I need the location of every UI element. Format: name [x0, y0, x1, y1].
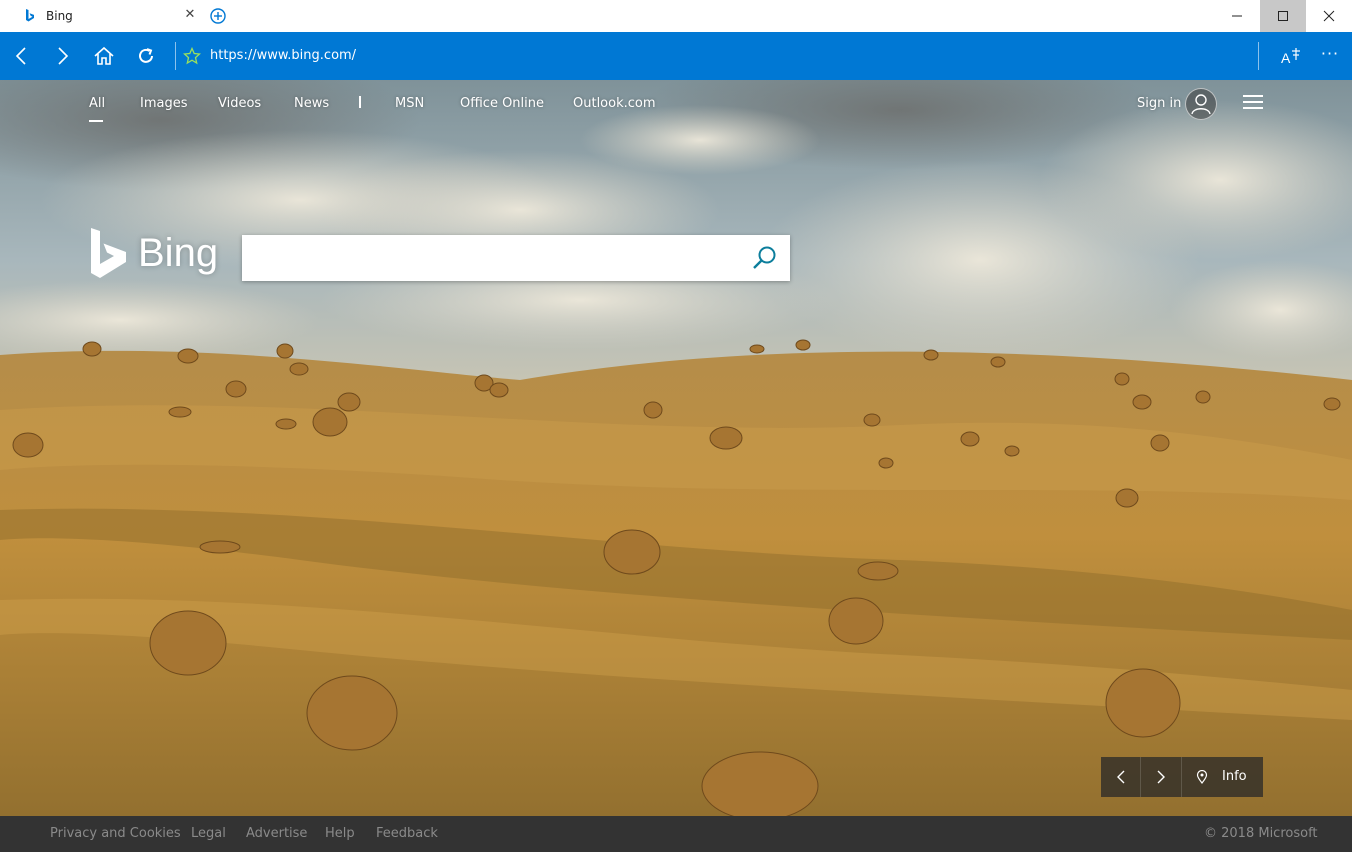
search-input[interactable]: [242, 235, 742, 281]
copyright: © 2018 Microsoft: [1204, 826, 1318, 841]
new-tab-icon[interactable]: [208, 6, 228, 26]
sign-in-link[interactable]: Sign in: [1137, 96, 1181, 112]
chevron-right-icon: [1157, 770, 1165, 784]
next-image-button[interactable]: [1141, 757, 1182, 797]
bing-logo-icon: [91, 228, 126, 278]
favorite-star-icon[interactable]: [183, 47, 201, 65]
close-icon: [1323, 10, 1335, 22]
footer-feedback-link[interactable]: Feedback: [376, 826, 438, 842]
footer-privacy-link[interactable]: Privacy and Cookies: [50, 826, 181, 842]
maximize-icon: [1278, 11, 1288, 21]
bing-wordmark: Bing: [138, 231, 219, 275]
home-icon: [94, 46, 114, 65]
home-button[interactable]: [92, 44, 116, 68]
toolbar-divider: [175, 42, 176, 70]
browser-tab-bing[interactable]: Bing ✕: [0, 0, 202, 32]
user-icon: [1191, 94, 1211, 115]
maximize-button[interactable]: [1260, 0, 1306, 32]
nav-news[interactable]: News: [294, 96, 329, 112]
tab-title: Bing: [46, 9, 73, 23]
footer-legal-link[interactable]: Legal: [191, 826, 226, 842]
url-field[interactable]: https://www.bing.com/: [210, 47, 356, 65]
svg-text:A: A: [1281, 50, 1291, 66]
footer-help-link[interactable]: Help: [325, 826, 355, 842]
minimize-button[interactable]: [1214, 0, 1260, 32]
read-aloud-icon[interactable]: A: [1280, 46, 1302, 66]
menu-icon[interactable]: [1243, 94, 1263, 110]
bing-icon: [26, 9, 34, 22]
nav-images[interactable]: Images: [140, 96, 188, 112]
nav-videos[interactable]: Videos: [218, 96, 261, 112]
background-image: [0, 80, 1352, 816]
nav-outlook[interactable]: Outlook.com: [573, 96, 656, 112]
refresh-icon: [139, 48, 153, 63]
info-label: Info: [1222, 769, 1247, 784]
minimize-icon: [1232, 15, 1242, 17]
image-info-button[interactable]: Info: [1182, 757, 1263, 797]
forward-arrow-icon: [58, 47, 69, 65]
image-controls: Info: [1101, 757, 1263, 797]
location-pin-icon: [1196, 770, 1208, 784]
title-bar: Bing ✕: [0, 0, 1352, 32]
footer: Privacy and Cookies Legal Advertise Help…: [0, 816, 1352, 852]
browser-toolbar: https://www.bing.com/ A ···: [0, 32, 1352, 80]
tab-strip: [202, 0, 1352, 32]
tab-close-icon[interactable]: ✕: [183, 8, 197, 22]
forward-button[interactable]: [50, 44, 74, 68]
nav-office-online[interactable]: Office Online: [460, 96, 544, 112]
back-button[interactable]: [10, 44, 34, 68]
chevron-left-icon: [1116, 770, 1124, 784]
footer-advertise-link[interactable]: Advertise: [246, 826, 307, 842]
previous-image-button[interactable]: [1101, 757, 1141, 797]
search-box: [242, 235, 790, 281]
search-icon[interactable]: [750, 243, 780, 273]
bing-homepage: All Images Videos News MSN Office Online…: [0, 80, 1352, 816]
refresh-button[interactable]: [134, 44, 158, 68]
toolbar-divider-right: [1258, 42, 1259, 70]
more-options-icon[interactable]: ···: [1318, 44, 1342, 68]
active-tab-indicator: [89, 120, 103, 122]
back-arrow-icon: [15, 47, 26, 65]
nav-separator: [359, 96, 361, 108]
nav-all[interactable]: All: [89, 96, 105, 112]
avatar[interactable]: [1185, 88, 1217, 120]
nav-msn[interactable]: MSN: [395, 96, 424, 112]
close-window-button[interactable]: [1306, 0, 1352, 32]
